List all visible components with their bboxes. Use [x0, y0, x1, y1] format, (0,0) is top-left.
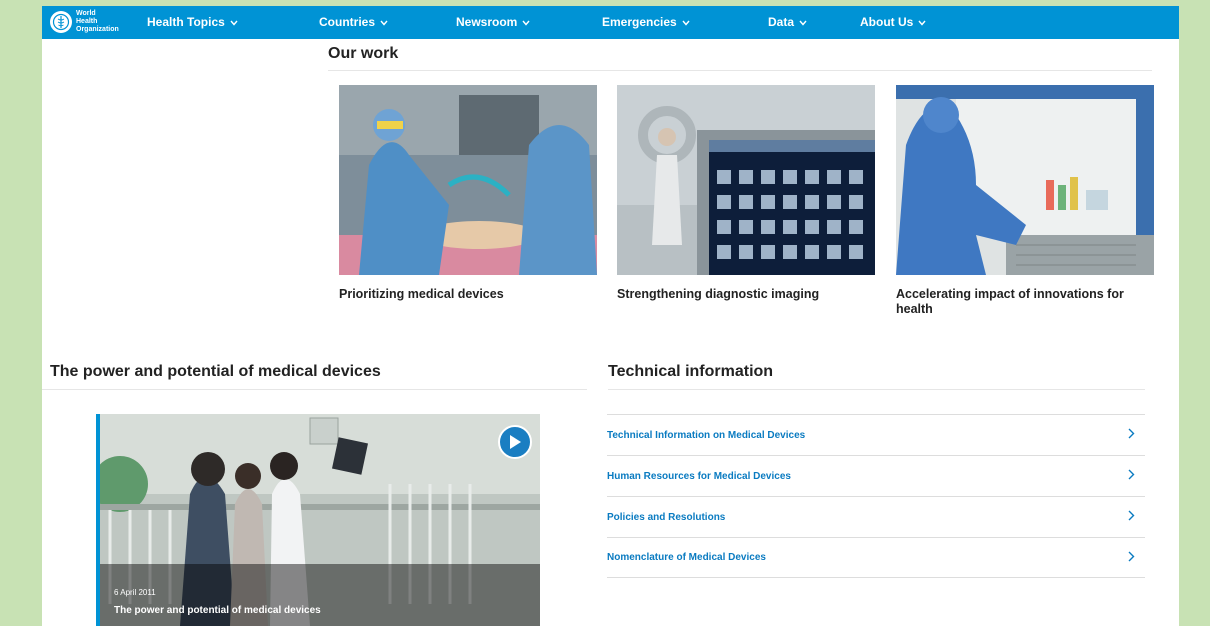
our-work-heading: Our work — [328, 45, 399, 62]
logo-text: World Health Organization — [76, 10, 119, 34]
chevron-down-icon — [682, 15, 690, 29]
who-logo[interactable]: World Health Organization — [50, 10, 119, 34]
nav-item-countries[interactable]: Countries — [319, 15, 388, 29]
link-label: Nomenclature of Medical Devices — [607, 552, 766, 563]
chevron-right-icon — [1128, 508, 1135, 526]
section-divider — [608, 389, 1145, 390]
play-icon[interactable] — [498, 425, 532, 459]
nav-item-label: Countries — [319, 15, 376, 29]
logo-text-line1: World Health — [76, 10, 98, 25]
nav-item-emergencies[interactable]: Emergencies — [602, 15, 690, 29]
video-thumbnail[interactable]: 6 April 2011 The power and potential of … — [96, 414, 540, 626]
who-emblem-icon — [50, 11, 72, 33]
technical-heading: Technical information — [608, 363, 774, 380]
link-technical-information[interactable]: Technical Information on Medical Devices — [607, 414, 1145, 455]
nav-item-health-topics[interactable]: Health Topics — [147, 15, 238, 29]
chevron-right-icon — [1128, 549, 1135, 567]
nav-item-data[interactable]: Data — [768, 15, 807, 29]
video-title: The power and potential of medical devic… — [114, 605, 321, 616]
chevron-right-icon — [1128, 467, 1135, 485]
chevron-down-icon — [522, 15, 530, 29]
chevron-down-icon — [799, 15, 807, 29]
nav-item-newsroom[interactable]: Newsroom — [456, 15, 530, 29]
nav-item-label: Data — [768, 15, 795, 29]
chevron-down-icon — [230, 15, 238, 29]
chevron-down-icon — [918, 15, 926, 29]
video-date: 6 April 2011 — [114, 588, 156, 597]
card-caption: Accelerating impact of innovations for h… — [896, 287, 1124, 316]
link-label: Policies and Resolutions — [607, 511, 726, 523]
card-caption: Prioritizing medical devices — [339, 287, 504, 301]
section-divider — [42, 389, 587, 390]
link-policies-resolutions[interactable]: Policies and Resolutions — [607, 496, 1145, 537]
logo-text-line2: Organization — [76, 26, 119, 33]
nav-item-label: About Us — [860, 15, 914, 29]
link-nomenclature[interactable]: Nomenclature of Medical Devices — [607, 537, 1145, 578]
card-image-surgery — [339, 85, 597, 275]
top-nav-bar: World Health Organization Health Topics … — [42, 6, 1179, 39]
link-label: Technical Information on Medical Devices — [607, 429, 806, 441]
section-divider — [328, 70, 1152, 71]
chevron-right-icon — [1128, 426, 1135, 444]
card-prioritizing-medical-devices[interactable]: Prioritizing medical devices — [339, 85, 597, 302]
chevron-down-icon — [380, 15, 388, 29]
link-label: Human Resources for Medical Devices — [607, 470, 791, 482]
card-accelerating-innovations[interactable]: Accelerating impact of innovations for h… — [896, 85, 1154, 317]
power-heading: The power and potential of medical devic… — [50, 363, 381, 380]
card-image-imaging — [617, 85, 875, 275]
card-strengthening-diagnostic-imaging[interactable]: Strengthening diagnostic imaging — [617, 85, 875, 302]
card-caption: Strengthening diagnostic imaging — [617, 287, 820, 301]
link-human-resources[interactable]: Human Resources for Medical Devices — [607, 455, 1145, 496]
technical-links-list: Technical Information on Medical Devices… — [607, 414, 1145, 578]
nav-item-label: Health Topics — [147, 15, 225, 29]
page: World Health Organization Health Topics … — [42, 6, 1179, 626]
card-image-laboratory — [896, 85, 1154, 275]
nav-item-label: Newsroom — [456, 15, 518, 29]
nav-item-label: Emergencies — [602, 15, 677, 29]
nav-item-about-us[interactable]: About Us — [860, 15, 926, 29]
